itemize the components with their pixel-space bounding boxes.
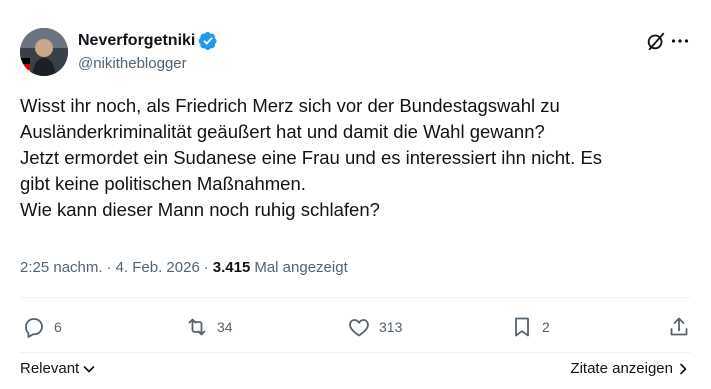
divider bbox=[20, 297, 691, 298]
repost-icon bbox=[188, 318, 206, 336]
sort-dropdown[interactable]: Relevant bbox=[20, 360, 97, 377]
repost-count: 34 bbox=[217, 319, 233, 335]
like-count: 313 bbox=[379, 319, 403, 335]
divider bbox=[20, 352, 691, 353]
bookmark-count: 2 bbox=[542, 319, 550, 335]
avatar-image bbox=[20, 28, 68, 76]
verified-badge-icon[interactable] bbox=[198, 31, 218, 51]
avatar[interactable] bbox=[20, 28, 68, 76]
display-name[interactable]: Neverforgetniki bbox=[78, 32, 195, 50]
tweet-line: gibt keine politischen Maßnahmen. bbox=[20, 173, 306, 194]
tweet-line: Wie kann dieser Mann noch ruhig schlafen… bbox=[20, 199, 380, 220]
like-button[interactable]: 313 bbox=[347, 315, 402, 339]
bookmark-icon bbox=[515, 317, 529, 337]
tweet-header: Neverforgetniki @nikitheblogger bbox=[20, 28, 691, 80]
like-icon bbox=[349, 319, 369, 337]
tweet-line: Ausländerkriminalität geäußert hat und d… bbox=[20, 121, 545, 142]
share-icon bbox=[670, 317, 688, 336]
reply-button[interactable]: 6 bbox=[22, 315, 62, 339]
replies-footer: Relevant Zitate anzeigen bbox=[20, 358, 691, 380]
meta-separator: · bbox=[106, 259, 112, 276]
tweet-meta: 2:25 nachm. · 4. Feb. 2026 · 3.415 Mal a… bbox=[20, 259, 348, 276]
bookmark-button[interactable]: 2 bbox=[510, 315, 550, 339]
chevron-down-icon bbox=[83, 365, 95, 372]
handle[interactable]: @nikitheblogger bbox=[78, 55, 218, 72]
chevron-right-icon bbox=[680, 363, 687, 374]
repost-button[interactable]: 34 bbox=[185, 315, 233, 339]
quotes-label: Zitate anzeigen bbox=[570, 360, 673, 377]
share-button[interactable] bbox=[667, 315, 691, 339]
views-count: 3.415 bbox=[212, 259, 251, 276]
sort-label: Relevant bbox=[20, 360, 80, 377]
tweet-line: Jetzt ermordet ein Sudanese eine Frau un… bbox=[20, 147, 603, 168]
views-label: Mal angezeigt bbox=[254, 259, 348, 276]
meta-separator: · bbox=[203, 259, 209, 276]
reply-count: 6 bbox=[54, 319, 62, 335]
reply-icon bbox=[25, 318, 43, 338]
grok-icon[interactable] bbox=[645, 30, 667, 52]
more-icon[interactable] bbox=[669, 30, 691, 52]
tweet-line: Wisst ihr noch, als Friedrich Merz sich … bbox=[20, 95, 560, 116]
action-bar: 6 34 313 2 bbox=[20, 315, 691, 345]
tweet-text: Wisst ihr noch, als Friedrich Merz sich … bbox=[20, 93, 680, 223]
tweet-date[interactable]: 4. Feb. 2026 bbox=[116, 259, 200, 276]
view-quotes-link[interactable]: Zitate anzeigen bbox=[570, 360, 691, 377]
tweet-time[interactable]: 2:25 nachm. bbox=[20, 259, 103, 276]
